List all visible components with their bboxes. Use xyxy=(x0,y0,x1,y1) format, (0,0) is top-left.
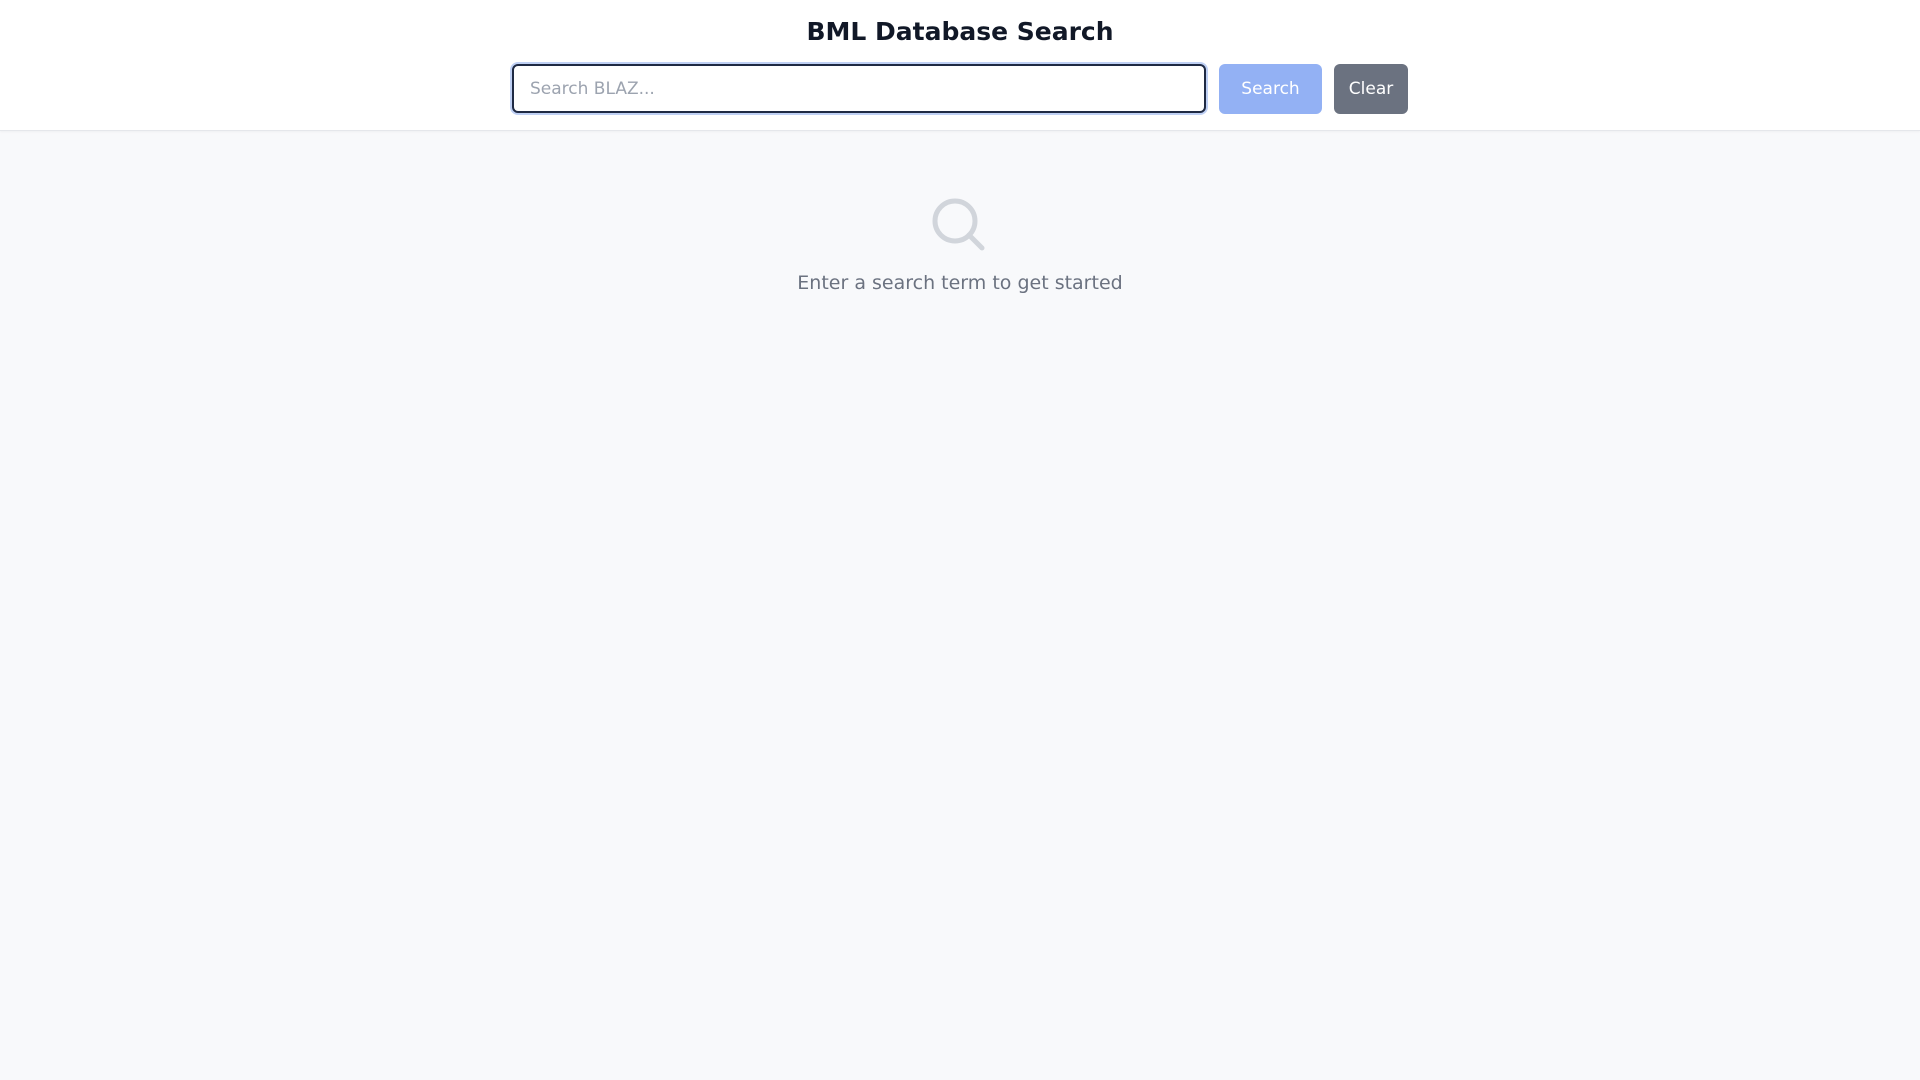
search-icon xyxy=(932,198,985,251)
header: BML Database Search Search Clear xyxy=(0,0,1920,131)
search-button[interactable]: Search xyxy=(1219,64,1322,114)
page-title: BML Database Search xyxy=(806,17,1114,46)
clear-button[interactable]: Clear xyxy=(1334,64,1408,114)
empty-state: Enter a search term to get started xyxy=(0,196,1920,294)
empty-state-message: Enter a search term to get started xyxy=(797,272,1123,294)
search-input[interactable] xyxy=(512,64,1206,113)
